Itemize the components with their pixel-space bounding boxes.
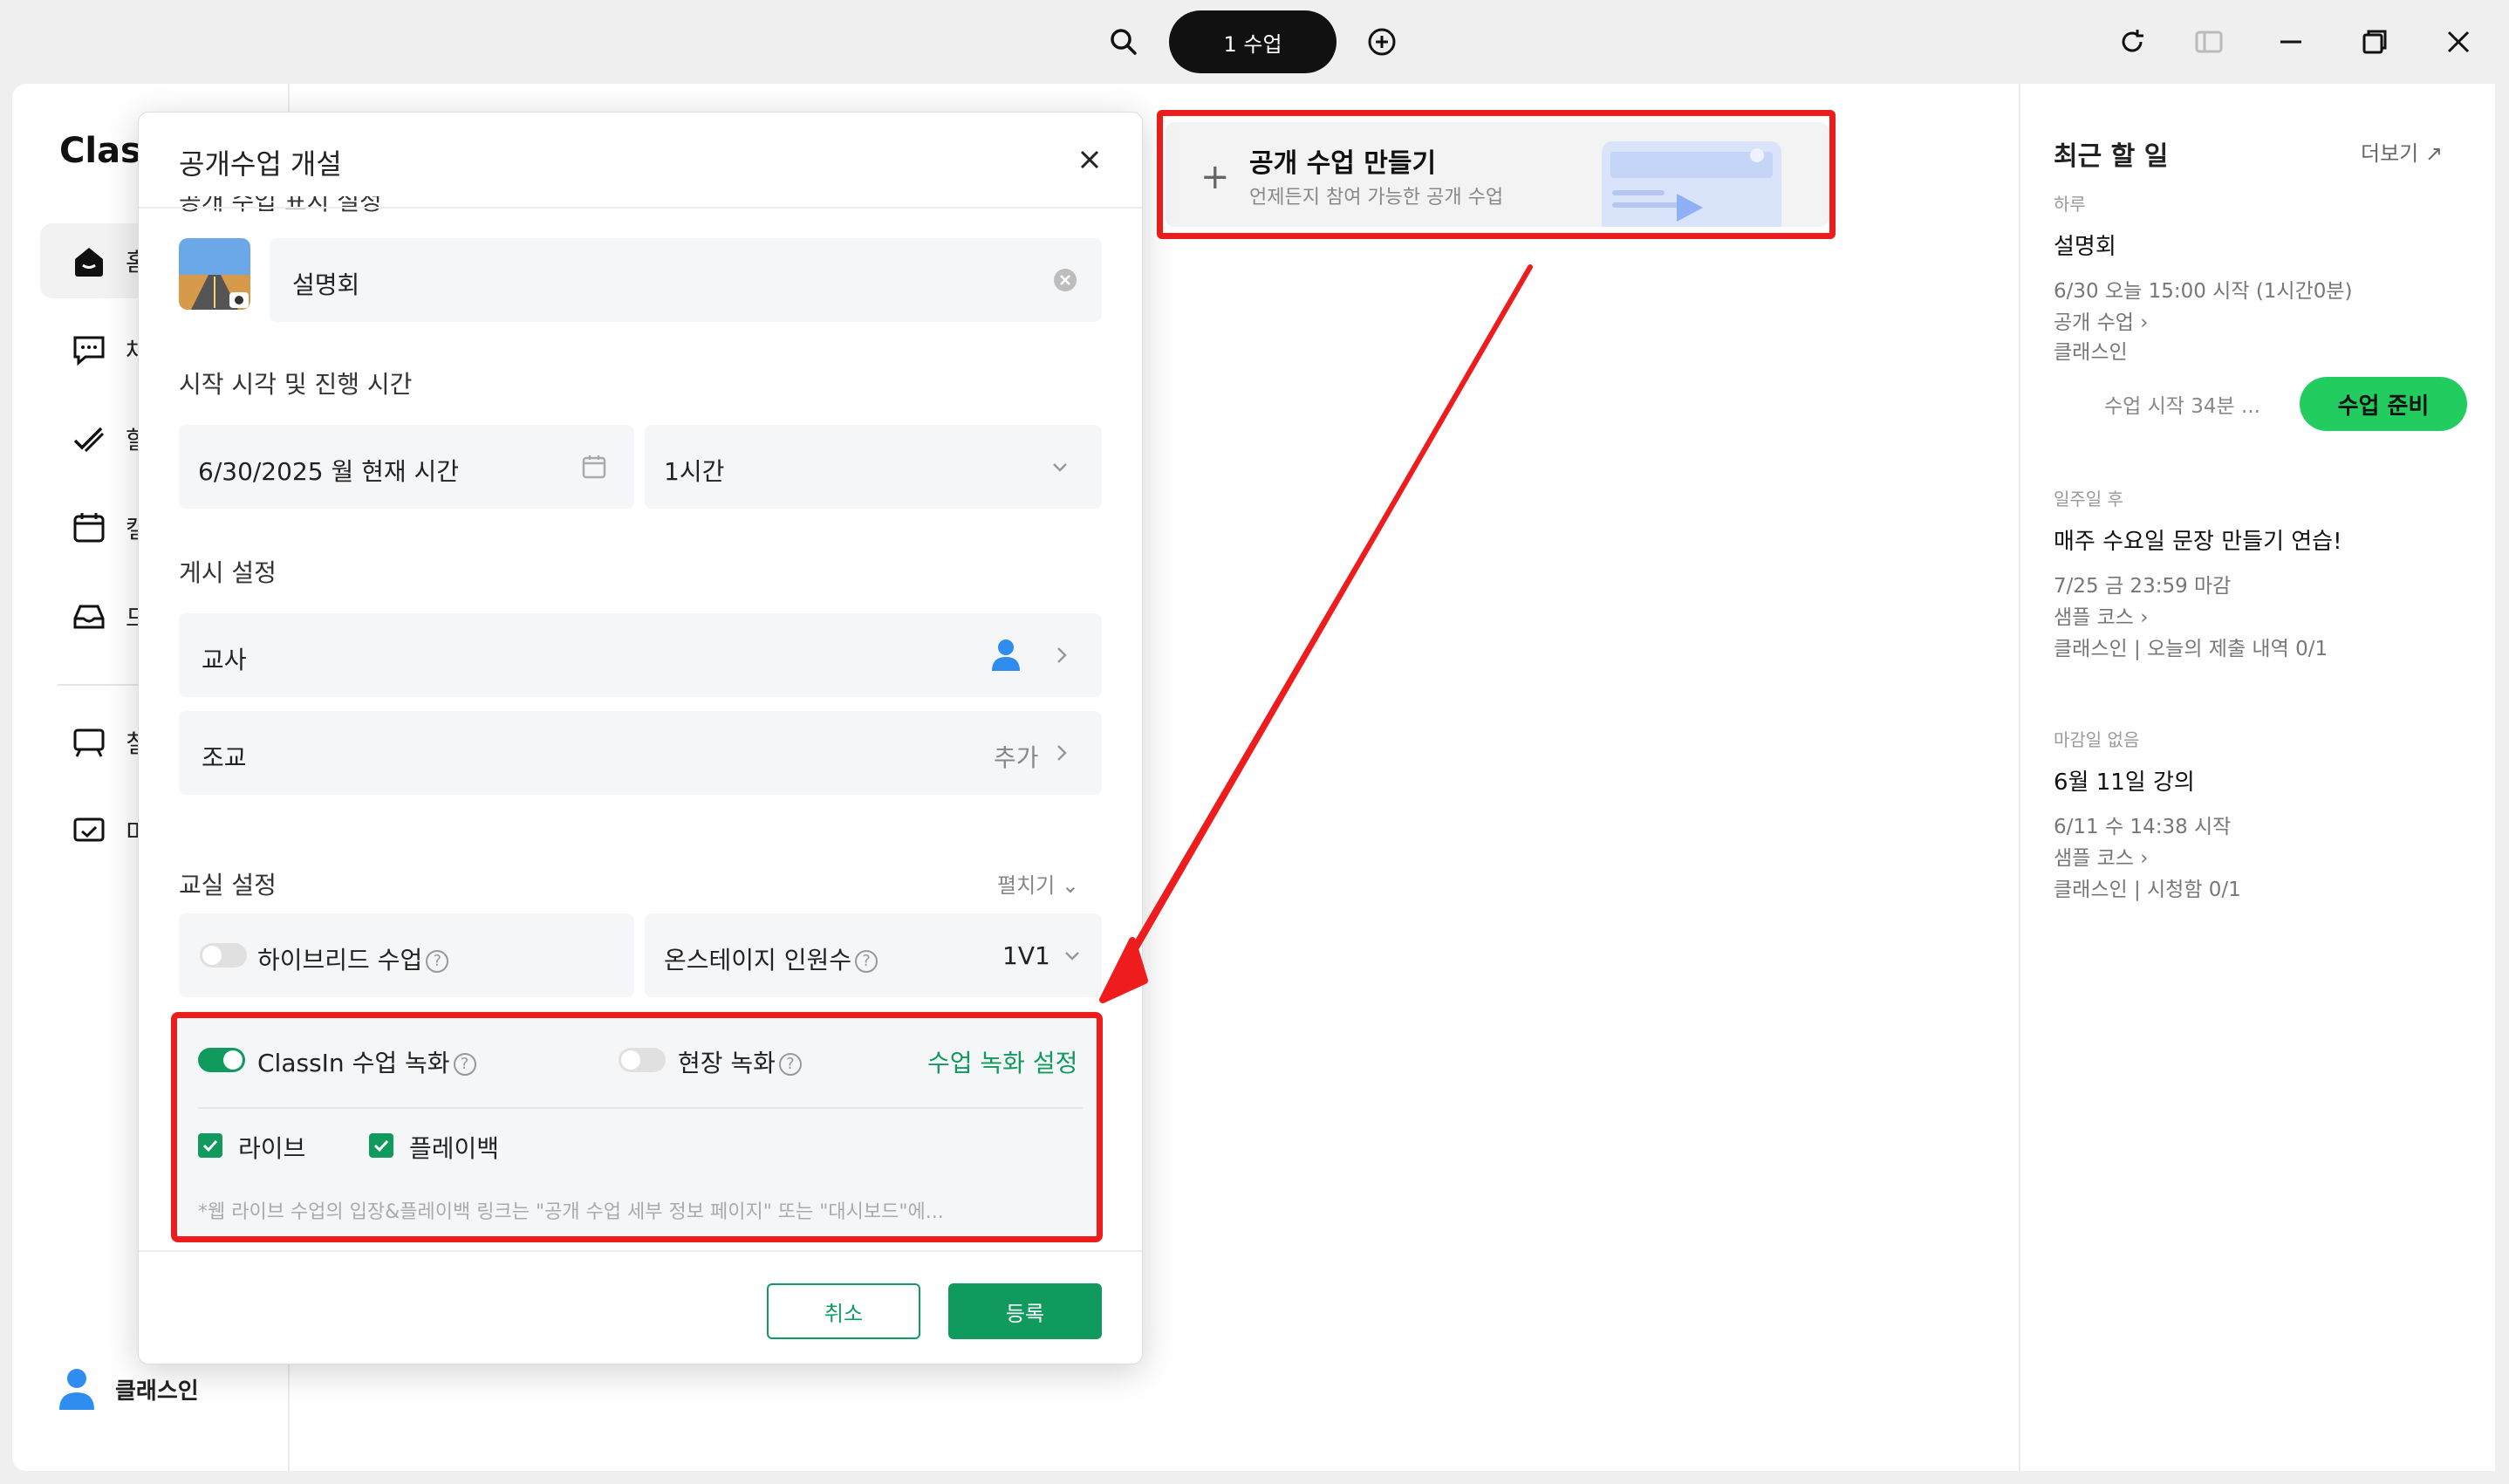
start-date-picker[interactable]: 6/30/2025 월 현재 시간 (179, 425, 634, 509)
avatar (992, 639, 1020, 671)
recent-todo-title: 최근 할 일 (2054, 141, 2169, 172)
cover-section-label: 공개 수업 표지 설정 (179, 196, 382, 215)
hybrid-class-toggle[interactable] (200, 943, 247, 968)
blackboard-icon (73, 728, 105, 757)
inbox-icon (73, 605, 105, 629)
onstage-count-value: 1V1 (1002, 941, 1050, 970)
annotation-highlight-recording (171, 1012, 1103, 1242)
dialog-footer-divider (139, 1250, 1142, 1252)
prepare-class-button[interactable]: 수업 준비 (2300, 377, 2467, 431)
todo-item-deadline: 7/25 금 23:59 마감 (2054, 575, 2232, 598)
add-circle-icon[interactable] (1366, 26, 1398, 58)
user-profile[interactable]: 클래스인 (56, 1366, 199, 1412)
onstage-count-setting[interactable]: 온스테이지 인원수? 1V1 (645, 913, 1102, 997)
recent-todo-panel: 최근 할 일 더보기 ↗ 하루 설명회 6/30 오늘 15:00 시작 (1시… (2019, 84, 2495, 1471)
refresh-icon[interactable] (2115, 24, 2150, 59)
chevron-right-icon (1057, 745, 1067, 761)
expand-toggle[interactable]: 펼치기 ⌄ (997, 868, 1079, 899)
todo-group-label: 하루 (2054, 194, 2086, 215)
start-time-section-label: 시작 시각 및 진행 시간 (179, 370, 413, 399)
todo-item-course-link[interactable]: 공개 수업 › (2054, 305, 2148, 335)
todo-group-label: 마감일 없음 (2054, 729, 2140, 750)
todo-item-name[interactable]: 6월 11일 강의 (2054, 764, 2195, 797)
classroom-settings-label: 교실 설정 (179, 871, 277, 899)
todo-item-org: 클래스인 | 시청함 0/1 (2054, 879, 2241, 901)
add-assistant-link[interactable]: 추가 (994, 739, 1039, 774)
cancel-button[interactable]: 취소 (767, 1283, 920, 1339)
todo-item-name[interactable]: 설명회 (2054, 229, 2116, 261)
title-bar: 1 수업 (0, 0, 2509, 84)
calendar-icon (582, 455, 606, 479)
todo-group-label: 일주일 후 (2054, 489, 2123, 509)
arrow-up-right-icon: ↗ (2424, 141, 2443, 166)
todo-item-course-link[interactable]: 샘플 코스 › (2054, 841, 2148, 871)
chat-icon (73, 336, 105, 366)
user-name: 클래스인 (115, 1378, 199, 1405)
annotation-highlight-create-card (1157, 110, 1836, 239)
more-link[interactable]: 더보기 ↗ (2361, 136, 2443, 167)
dialog-title: 공개수업 개설 (179, 147, 342, 181)
help-icon[interactable]: ? (854, 950, 878, 973)
todo-item-name[interactable]: 매주 수요일 문장 만들기 연습! (2054, 523, 2342, 556)
road-landscape-icon (179, 238, 250, 310)
search-icon[interactable] (1106, 24, 1141, 59)
todo-item-org: 클래스인 | 오늘의 제출 내역 0/1 (2054, 638, 2328, 660)
home-icon (75, 248, 103, 277)
duration-select[interactable]: 1시간 (645, 425, 1102, 509)
todo-item-org: 클래스인 (2054, 341, 2128, 364)
class-start-countdown: 수업 시작 34분 ... (2104, 395, 2260, 418)
todo-item-course-link[interactable]: 샘플 코스 › (2054, 600, 2148, 630)
media-icon (73, 817, 105, 842)
post-settings-label: 게시 설정 (179, 558, 277, 587)
cover-image[interactable] (179, 238, 250, 310)
hybrid-class-setting: 하이브리드 수업? (179, 913, 634, 997)
chevron-right-icon (1057, 647, 1067, 663)
minimize-icon[interactable] (2273, 24, 2308, 59)
help-icon[interactable]: ? (426, 950, 449, 973)
sidebar-toggle-icon[interactable] (2191, 24, 2226, 59)
chevron-down-icon: ⌄ (1061, 873, 1079, 898)
submit-button[interactable]: 등록 (948, 1283, 1102, 1339)
todo-item-time: 6/11 수 14:38 시작 (2054, 816, 2232, 838)
chevron-down-icon (1065, 952, 1079, 961)
restore-icon[interactable] (2357, 24, 2392, 59)
close-icon[interactable] (2441, 24, 2476, 59)
todo-item-time: 6/30 오늘 15:00 시작 (1시간0분) (2054, 280, 2353, 303)
chevron-down-icon (1053, 463, 1067, 472)
dialog-header-divider (139, 207, 1142, 209)
lesson-count-pill[interactable]: 1 수업 (1169, 10, 1337, 73)
close-icon[interactable] (1074, 144, 1105, 175)
teacher-field[interactable]: 교사 (179, 613, 1102, 697)
todo-icon (73, 427, 105, 453)
clear-input-icon[interactable] (1053, 268, 1077, 292)
avatar (59, 1369, 94, 1410)
calendar-icon (73, 513, 105, 543)
class-name-input[interactable]: 설명회 (270, 238, 1102, 322)
assistant-field[interactable]: 조교 추가 (179, 711, 1102, 795)
